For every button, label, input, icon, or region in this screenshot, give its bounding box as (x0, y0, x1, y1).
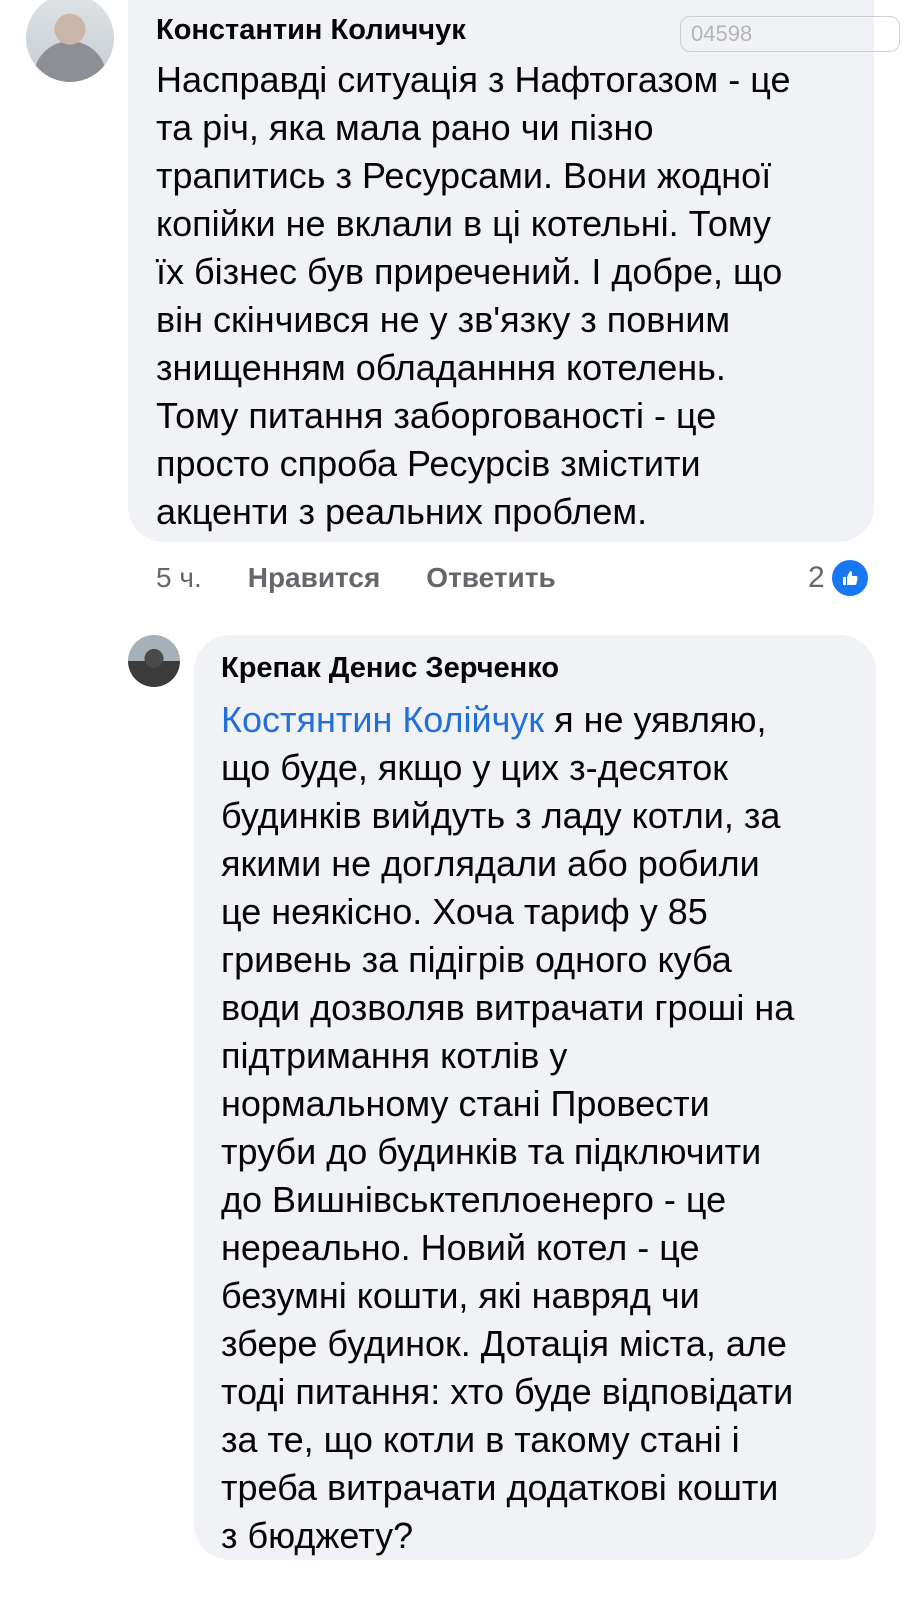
reply-author[interactable]: Крепак Денис Зерченко (221, 652, 559, 685)
comment-actions: 5 ч. Нравится Ответить (156, 558, 602, 598)
comment-text: Насправді ситуація з Нафтогазом - це та … (156, 59, 791, 532)
reply-body: я не уявляю, що буде, якщо у цих з-десят… (221, 699, 795, 1556)
reaction-count: 2 (808, 561, 825, 594)
comment-author[interactable]: Константин Количчук (156, 14, 466, 47)
reply-button[interactable]: Ответить (426, 562, 555, 594)
like-thumb-icon (828, 557, 871, 599)
mention-link[interactable]: Костянтин Колійчук (221, 699, 544, 740)
comment-time[interactable]: 5 ч. (156, 562, 202, 594)
avatar[interactable] (26, 0, 114, 82)
like-button[interactable]: Нравится (248, 562, 381, 594)
watermark-logo: 04598 (680, 16, 900, 52)
watermark-text: 04598 (691, 21, 753, 46)
reply-text: Костянтин Колійчук я не уявляю, що буде,… (221, 696, 861, 1560)
avatar[interactable] (128, 635, 180, 687)
reaction-summary[interactable]: 2 (808, 556, 871, 600)
